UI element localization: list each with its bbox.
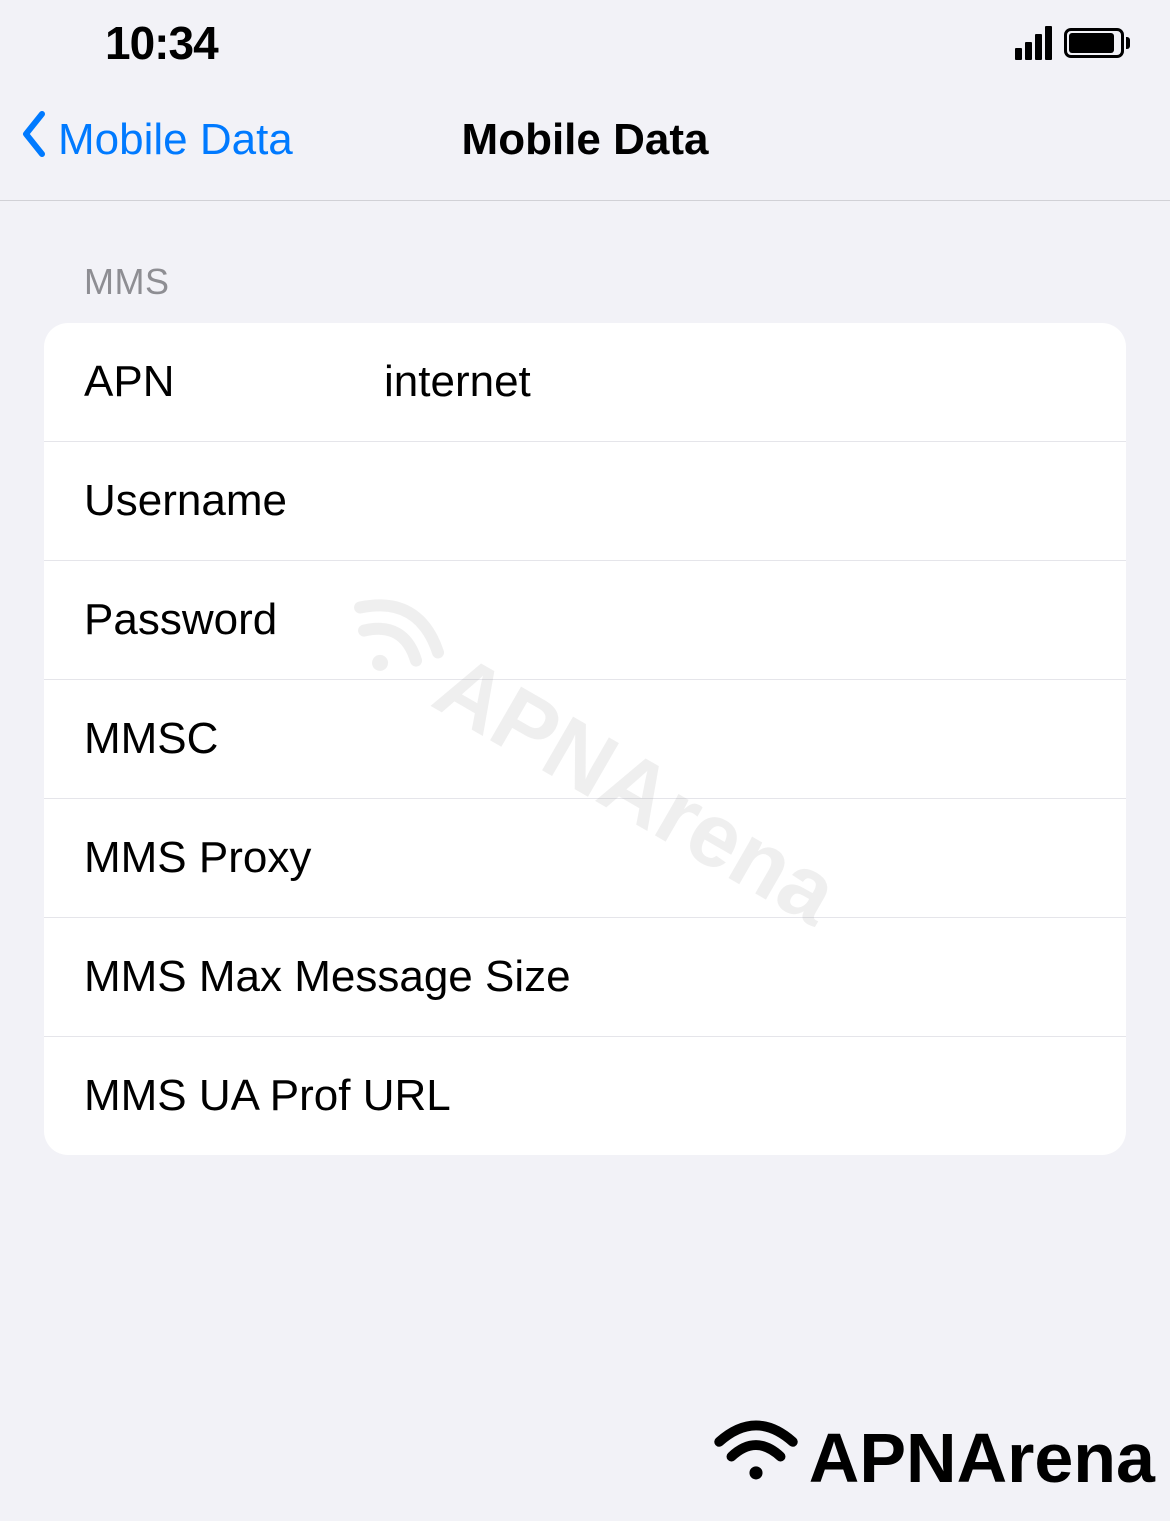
- wifi-icon: [711, 1415, 801, 1501]
- row-label-apn: APN: [84, 357, 384, 407]
- settings-row-apn[interactable]: APN: [44, 323, 1126, 442]
- cellular-signal-icon: [1015, 26, 1052, 60]
- apn-field[interactable]: [384, 357, 1086, 407]
- settings-group-mms: APN Username Password MMSC MMS Proxy MMS…: [44, 323, 1126, 1155]
- settings-row-mms-ua-prof[interactable]: MMS UA Prof URL: [44, 1037, 1126, 1155]
- navigation-bar: Mobile Data Mobile Data: [0, 90, 1170, 201]
- content-area: MMS APN Username Password MMSC MMS Proxy…: [0, 201, 1170, 1155]
- back-button[interactable]: Mobile Data: [20, 110, 293, 170]
- mms-proxy-field[interactable]: [384, 833, 1086, 883]
- back-label: Mobile Data: [58, 115, 293, 165]
- status-time: 10:34: [105, 16, 218, 70]
- page-title: Mobile Data: [462, 115, 709, 165]
- settings-row-username[interactable]: Username: [44, 442, 1126, 561]
- settings-row-password[interactable]: Password: [44, 561, 1126, 680]
- settings-row-mmsc[interactable]: MMSC: [44, 680, 1126, 799]
- battery-icon: [1064, 28, 1130, 58]
- status-indicators: [1015, 26, 1130, 60]
- section-header-mms: MMS: [44, 261, 1126, 323]
- row-label-mmsc: MMSC: [84, 714, 384, 764]
- password-field[interactable]: [384, 595, 1086, 645]
- settings-row-mms-proxy[interactable]: MMS Proxy: [44, 799, 1126, 918]
- row-label-mms-proxy: MMS Proxy: [84, 833, 384, 883]
- row-label-mms-max-size: MMS Max Message Size: [84, 952, 1086, 1002]
- row-label-password: Password: [84, 595, 384, 645]
- apnarena-logo: APNArena: [711, 1415, 1155, 1501]
- row-label-mms-ua-prof: MMS UA Prof URL: [84, 1071, 1086, 1121]
- mmsc-field[interactable]: [384, 714, 1086, 764]
- logo-text: APNArena: [809, 1418, 1155, 1498]
- row-label-username: Username: [84, 476, 384, 526]
- status-bar: 10:34: [0, 0, 1170, 90]
- chevron-left-icon: [20, 110, 48, 170]
- settings-row-mms-max-size[interactable]: MMS Max Message Size: [44, 918, 1126, 1037]
- username-field[interactable]: [384, 476, 1086, 526]
